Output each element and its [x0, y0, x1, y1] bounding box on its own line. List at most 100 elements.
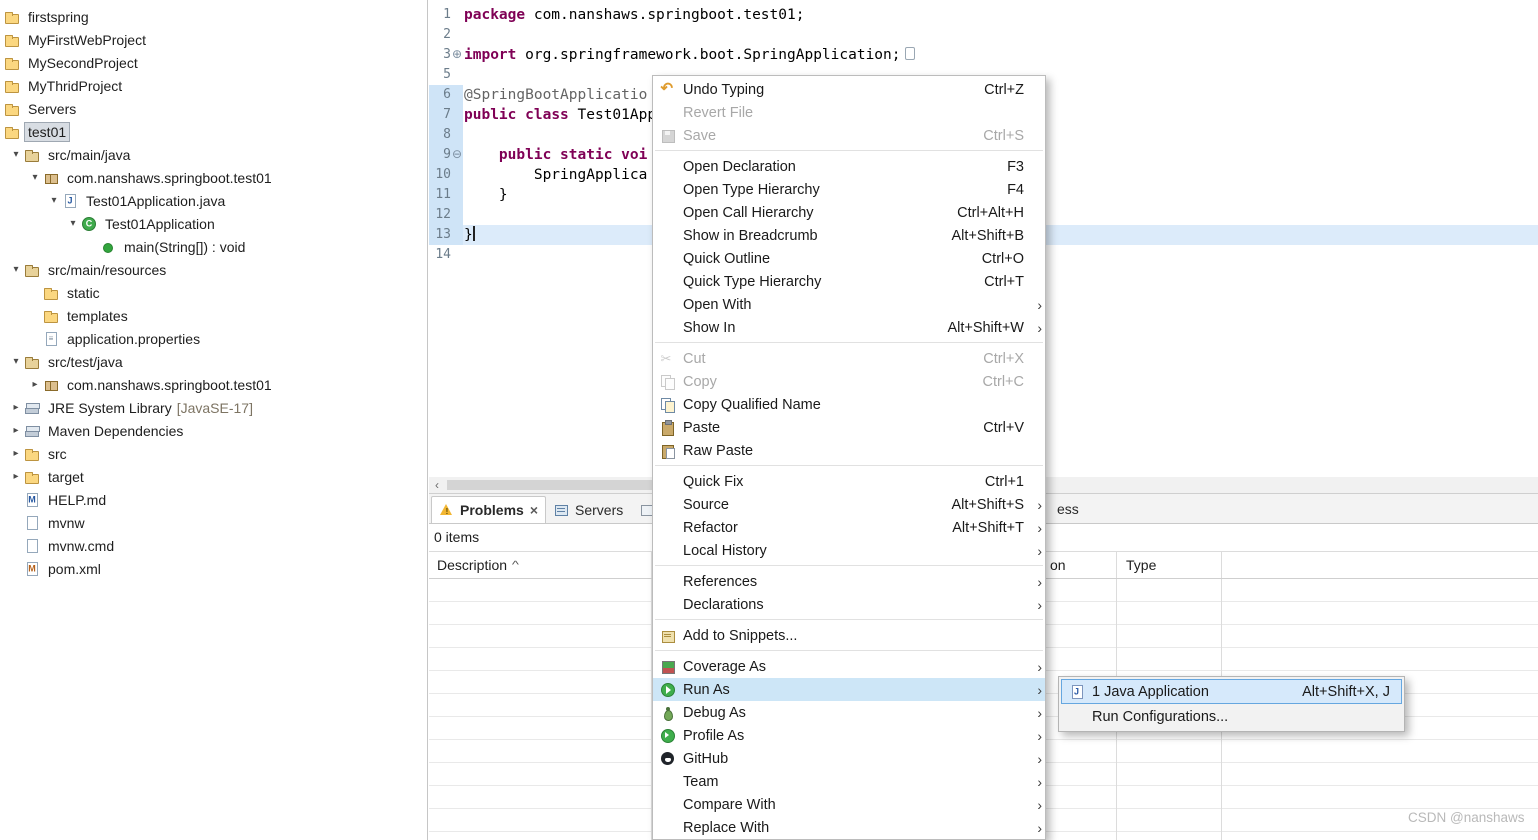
menu-item-run-as[interactable]: Run As› [653, 678, 1045, 701]
menu-item-open-call-hierarchy[interactable]: Open Call HierarchyCtrl+Alt+H [653, 201, 1045, 224]
menu-item-open-type-hierarchy[interactable]: Open Type HierarchyF4 [653, 178, 1045, 201]
submenu-item-run-configurations[interactable]: Run Configurations... [1061, 704, 1402, 729]
tree-expander-open-icon[interactable]: ▾ [27, 172, 43, 183]
tree-item-src[interactable]: ▸src [0, 442, 427, 465]
column-header-description[interactable]: Description [437, 552, 518, 578]
tree-item-templates[interactable]: templates [0, 304, 427, 327]
tab-problems[interactable]: !Problems× [431, 496, 546, 523]
editor-line-1[interactable]: 1package com.nanshaws.springboot.test01; [429, 5, 1538, 25]
tree-expander-open-icon[interactable]: ▾ [8, 356, 24, 367]
menu-item-compare-with[interactable]: Compare With› [653, 793, 1045, 816]
tree-item-static[interactable]: static [0, 281, 427, 304]
menu-item-copy[interactable]: CopyCtrl+C [653, 370, 1045, 393]
tree-item-application-properties[interactable]: ≡application.properties [0, 327, 427, 350]
submenu-item-1-java-application[interactable]: J1 Java ApplicationAlt+Shift+X, J [1061, 679, 1402, 704]
tree-expander-open-icon[interactable]: ▾ [8, 149, 24, 160]
submenu-arrow-icon: › [1029, 543, 1042, 559]
menu-item-declarations[interactable]: Declarations › [653, 593, 1045, 616]
tree-item-help-md[interactable]: MHELP.md [0, 488, 427, 511]
menu-item-quick-type-hierarchy[interactable]: Quick Type HierarchyCtrl+T [653, 270, 1045, 293]
menu-item-open-declaration[interactable]: Open DeclarationF3 [653, 155, 1045, 178]
tree-item-mysecondproject[interactable]: MySecondProject [0, 51, 427, 74]
tree-expander-open-icon[interactable]: ▾ [46, 195, 62, 206]
menu-item-paste[interactable]: PasteCtrl+V [653, 416, 1045, 439]
tree-expander-closed-icon[interactable]: ▸ [8, 448, 24, 459]
column-divider[interactable] [1116, 552, 1117, 578]
tree-item-src-main-java[interactable]: ▾src/main/java [0, 143, 427, 166]
menu-item-show-in-breadcrumb[interactable]: Show in BreadcrumbAlt+Shift+B [653, 224, 1045, 247]
tree-item-myfirstwebproject[interactable]: MyFirstWebProject [0, 28, 427, 51]
tree-expander-closed-icon[interactable]: ▸ [8, 471, 24, 482]
scroll-left-icon[interactable] [429, 477, 445, 493]
tree-item-mvnw-cmd[interactable]: mvnw.cmd [0, 534, 427, 557]
menu-item-cut[interactable]: CutCtrl+X [653, 347, 1045, 370]
submenu-arrow-icon: › [1029, 705, 1042, 721]
tree-item-test01application[interactable]: ▾CTest01Application [0, 212, 427, 235]
menu-item-references[interactable]: References› [653, 570, 1045, 593]
menu-item-refactor[interactable]: RefactorAlt+Shift+T› [653, 516, 1045, 539]
menu-item-team[interactable]: Team› [653, 770, 1045, 793]
folded-region-badge[interactable] [905, 47, 915, 60]
menu-item-open-with[interactable]: Open With› [653, 293, 1045, 316]
tree-expander-closed-icon[interactable]: ▸ [8, 402, 24, 413]
project-icon [4, 78, 20, 94]
tree-item-maven-dependencies[interactable]: ▸Maven Dependencies [0, 419, 427, 442]
menu-item-replace-with[interactable]: Replace With› [653, 816, 1045, 839]
submenu-arrow-icon: › [1029, 574, 1042, 590]
tree-item-label: HELP.md [44, 490, 110, 510]
menu-item-label: Declarations [679, 597, 764, 613]
menu-item-profile-as[interactable]: Profile As› [653, 724, 1045, 747]
tree-item-mythridproject[interactable]: MyThridProject [0, 74, 427, 97]
menu-item-coverage-as[interactable]: Coverage As› [653, 655, 1045, 678]
column-divider[interactable] [1221, 552, 1222, 578]
tree-item-mvnw[interactable]: mvnw [0, 511, 427, 534]
fold-ruler-cell [451, 25, 463, 45]
close-tab-icon[interactable]: × [530, 502, 538, 518]
menu-item-local-history[interactable]: Local History› [653, 539, 1045, 562]
menu-item-quick-outline[interactable]: Quick OutlineCtrl+O [653, 247, 1045, 270]
tab-servers[interactable]: Servers [546, 496, 631, 523]
editor-line-2[interactable]: 2 [429, 25, 1538, 45]
tree-item-firstspring[interactable]: firstspring [0, 5, 427, 28]
servers-icon [554, 502, 570, 518]
menu-item-source[interactable]: SourceAlt+Shift+S› [653, 493, 1045, 516]
tree-item-label: Test01Application [101, 214, 219, 234]
tab-label-fragment[interactable]: ess [1057, 501, 1079, 517]
tree-item-com-nanshaws-springboot-test01[interactable]: ▸com.nanshaws.springboot.test01 [0, 373, 427, 396]
tree-item-test01application-java[interactable]: ▾JTest01Application.java [0, 189, 427, 212]
tree-item-pom-xml[interactable]: Mpom.xml [0, 557, 427, 580]
menu-item-revert-file[interactable]: Revert File [653, 101, 1045, 124]
tree-item-src-test-java[interactable]: ▾src/test/java [0, 350, 427, 373]
tree-expander-open-icon[interactable]: ▾ [8, 264, 24, 275]
menu-item-quick-fix[interactable]: Quick FixCtrl+1 [653, 470, 1045, 493]
editor-line-3[interactable]: 3⊕import org.springframework.boot.Spring… [429, 45, 1538, 65]
tree-item-test01[interactable]: test01 [0, 120, 427, 143]
menu-item-raw-paste[interactable]: Raw Paste [653, 439, 1045, 462]
menu-item-save[interactable]: SaveCtrl+S [653, 124, 1045, 147]
tree-expander-open-icon[interactable]: ▾ [65, 218, 81, 229]
menu-item-debug-as[interactable]: Debug As› [653, 701, 1045, 724]
menu-item-label: Run As [679, 682, 730, 698]
menu-accelerator: Alt+Shift+B [951, 228, 1029, 244]
tree-item-servers[interactable]: Servers [0, 97, 427, 120]
tree-item-src-main-resources[interactable]: ▾src/main/resources [0, 258, 427, 281]
submenu-arrow-icon: › [1029, 597, 1042, 613]
column-header-type[interactable]: Type [1126, 552, 1156, 578]
tree-expander-closed-icon[interactable]: ▸ [27, 379, 43, 390]
fold-collapsed-icon[interactable]: ⊕ [451, 45, 463, 65]
tree-item-com-nanshaws-springboot-test01[interactable]: ▾ com.nanshaws.springboot.test01 [0, 166, 427, 189]
column-header-location-fragment[interactable]: on [1050, 552, 1066, 578]
tree-expander-closed-icon[interactable]: ▸ [8, 425, 24, 436]
menu-item-undo-typing[interactable]: Undo TypingCtrl+Z [653, 78, 1045, 101]
menu-item-add-to-snippets[interactable]: Add to Snippets... [653, 624, 1045, 647]
tree-item-main-string-void[interactable]: main(String[]) : void [0, 235, 427, 258]
tree-item-jre-system-library[interactable]: ▸JRE System Library [JavaSE-17] [0, 396, 427, 419]
menu-item-copy-qualified-name[interactable]: Copy Qualified Name [653, 393, 1045, 416]
menu-item-label: 1 Java Application [1088, 684, 1209, 700]
tree-item-label: com.nanshaws.springboot.test01 [63, 168, 276, 188]
fold-expanded-icon[interactable]: ⊖ [451, 145, 463, 165]
menu-accelerator: Ctrl+V [983, 420, 1029, 436]
menu-item-show-in[interactable]: Show InAlt+Shift+W› [653, 316, 1045, 339]
tree-item-target[interactable]: ▸target [0, 465, 427, 488]
menu-item-github[interactable]: GitHub› [653, 747, 1045, 770]
